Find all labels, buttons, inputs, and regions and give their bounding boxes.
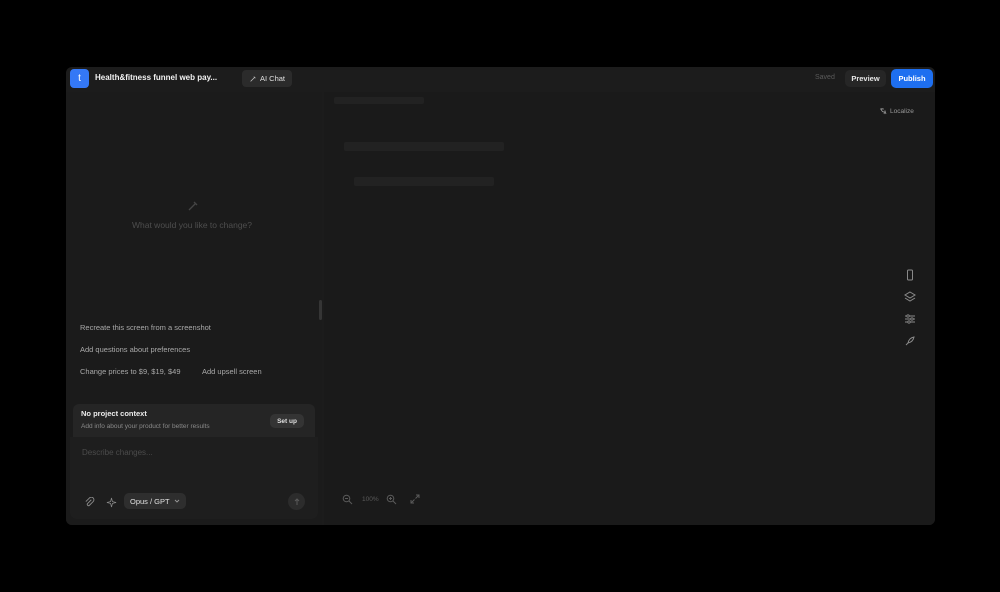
paperclip-icon[interactable] (84, 497, 95, 508)
wand-icon (188, 201, 198, 211)
translate-icon (880, 108, 887, 115)
panel-resize-handle[interactable] (319, 300, 322, 320)
publish-button[interactable]: Publish (891, 69, 933, 88)
arrow-up-icon (294, 497, 299, 505)
project-title[interactable]: Health&fitness funnel web pay... (95, 73, 217, 82)
app-window: t Health&fitness funnel web pay... AI Ch… (66, 67, 935, 525)
empty-prompt: What would you like to change? (131, 220, 253, 230)
sliders-icon[interactable] (904, 313, 916, 325)
localize-label: Localize (890, 107, 914, 115)
chevron-down-icon (174, 499, 179, 503)
ghost-block (344, 142, 504, 151)
suggestion-recreate-screenshot[interactable]: Recreate this screen from a screenshot (80, 323, 211, 332)
zoom-level: 100% (362, 496, 379, 503)
project-context-card: No project context Add info about your p… (73, 404, 315, 437)
setup-button[interactable]: Set up (270, 414, 304, 428)
sparkle-icon[interactable] (106, 497, 117, 508)
top-bar: t Health&fitness funnel web pay... AI Ch… (66, 67, 935, 92)
model-select-label: Opus / GPT (130, 496, 170, 506)
suggestion-add-questions[interactable]: Add questions about preferences (80, 345, 190, 354)
rocket-icon[interactable] (904, 335, 916, 347)
saved-status: Saved (815, 74, 835, 81)
layers-icon[interactable] (904, 291, 916, 303)
ghost-block (334, 97, 424, 104)
app-logo[interactable]: t (70, 69, 89, 88)
sparkle-pen-icon (250, 75, 256, 82)
suggestion-add-upsell[interactable]: Add upsell screen (202, 367, 262, 376)
preview-button[interactable]: Preview (845, 70, 886, 87)
ai-chat-panel: What would you like to change? Recreate … (66, 92, 322, 525)
context-title: No project context (81, 409, 147, 418)
localize-button[interactable]: Localize (879, 107, 914, 115)
model-select[interactable]: Opus / GPT (124, 493, 186, 509)
zoom-out-icon[interactable] (342, 494, 353, 505)
canvas-area[interactable]: Localize 100% (324, 92, 935, 525)
fullscreen-icon[interactable] (410, 494, 420, 504)
chat-composer: Opus / GPT (70, 437, 318, 519)
suggestion-change-prices[interactable]: Change prices to $9, $19, $49 (80, 367, 181, 376)
ghost-block (354, 177, 494, 186)
describe-changes-input[interactable] (80, 447, 304, 458)
send-button[interactable] (288, 493, 305, 510)
zoom-in-icon[interactable] (386, 494, 397, 505)
tab-ai-chat-label: AI Chat (260, 74, 286, 83)
context-description: Add info about your product for better r… (81, 423, 210, 430)
tab-ai-chat[interactable]: AI Chat (242, 70, 293, 87)
phone-icon[interactable] (904, 269, 916, 281)
